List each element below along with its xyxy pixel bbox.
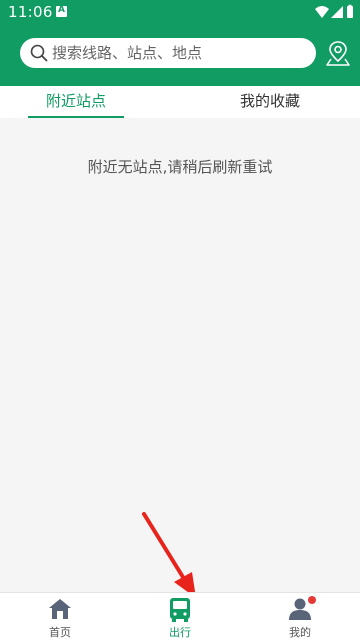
bus-icon	[170, 598, 190, 622]
nav-mine[interactable]: 我的	[260, 593, 340, 641]
nav-home[interactable]: 首页	[20, 593, 100, 641]
tab-nearby-stations[interactable]: 附近站点	[28, 86, 124, 118]
red-arrow-annotation	[142, 512, 196, 598]
search-input[interactable]	[52, 38, 302, 68]
nav-mine-label: 我的	[289, 626, 311, 639]
bottom-nav: 首页 出行 我的	[0, 592, 360, 641]
app-header: 11:06	[0, 0, 360, 86]
tab-my-favorites[interactable]: 我的收藏	[222, 86, 318, 118]
notification-icon	[56, 5, 67, 17]
location-pin-icon[interactable]	[326, 40, 350, 66]
search-box[interactable]	[20, 38, 316, 68]
search-icon	[30, 44, 48, 62]
nav-home-label: 首页	[49, 626, 71, 639]
notification-badge	[308, 596, 316, 604]
empty-state-message: 附近无站点,请稍后刷新重试	[87, 158, 273, 176]
battery-icon	[347, 4, 353, 18]
nav-travel[interactable]: 出行	[140, 593, 220, 641]
status-time: 11:06	[8, 3, 53, 21]
tab-bar: 附近站点 我的收藏	[0, 86, 360, 118]
home-icon	[49, 599, 71, 619]
status-indicators	[314, 4, 354, 20]
signal-icon	[331, 6, 343, 18]
nav-travel-label: 出行	[169, 626, 191, 639]
wifi-icon	[315, 6, 329, 18]
status-bar: 11:06	[0, 0, 360, 24]
